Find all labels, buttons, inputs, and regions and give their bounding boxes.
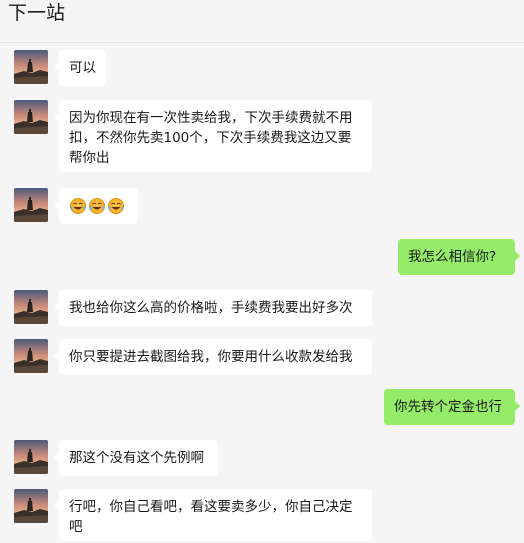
message-text: 那这个没有这个先例啊 — [69, 450, 204, 466]
message-text: 可以 — [69, 60, 96, 76]
message-bubble[interactable]: 行吧，你自己看吧，看这要卖多少，你自己决定吧 — [54, 489, 372, 541]
message-bubble-self[interactable]: 我怎么相信你? — [398, 239, 520, 275]
avatar[interactable] — [14, 100, 48, 134]
avatar[interactable] — [14, 339, 48, 373]
message-bubble[interactable]: 我也给你这么高的价格啦，手续费我要出好多次 — [54, 290, 372, 326]
message-text: 我怎么相信你? — [408, 249, 497, 265]
emoji-row — [69, 196, 128, 216]
laugh-cry-icon — [107, 197, 125, 215]
avatar[interactable] — [14, 440, 48, 474]
avatar[interactable] — [14, 188, 48, 222]
message-bubble-emoji[interactable] — [54, 188, 138, 224]
message-bubble[interactable]: 因为你现在有一次性卖给我，下次手续费就不用扣，不然你先卖100个，下次手续费我这… — [54, 100, 372, 172]
laugh-cry-icon — [69, 197, 87, 215]
message-text: 你只要提进去截图给我，你要用什么收款发给我 — [69, 349, 353, 365]
chat-header: 下一站 — [0, 0, 524, 43]
avatar[interactable] — [14, 290, 48, 324]
laugh-cry-icon — [88, 197, 106, 215]
message-text: 行吧，你自己看吧，看这要卖多少，你自己决定吧 — [69, 499, 353, 535]
message-bubble-self[interactable]: 你先转个定金也行 — [384, 389, 520, 425]
avatar[interactable] — [14, 489, 48, 523]
message-bubble[interactable]: 可以 — [54, 50, 106, 86]
message-text: 你先转个定金也行 — [394, 399, 502, 415]
message-text: 因为你现在有一次性卖给我，下次手续费就不用扣，不然你先卖100个，下次手续费我这… — [69, 110, 353, 166]
avatar[interactable] — [14, 50, 48, 84]
chat-title: 下一站 — [8, 2, 66, 24]
message-text: 我也给你这么高的价格啦，手续费我要出好多次 — [69, 300, 353, 316]
message-bubble[interactable]: 你只要提进去截图给我，你要用什么收款发给我 — [54, 339, 372, 375]
message-bubble[interactable]: 那这个没有这个先例啊 — [54, 440, 218, 476]
